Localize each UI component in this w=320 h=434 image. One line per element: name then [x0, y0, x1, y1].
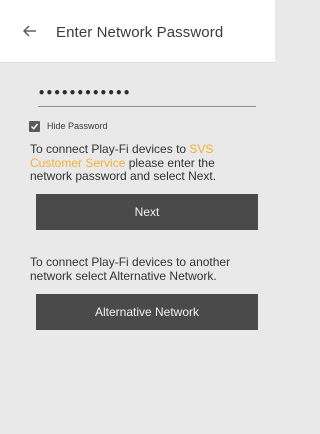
page-title: Enter Network Password [56, 24, 224, 41]
hide-password-checkbox[interactable] [29, 120, 40, 132]
alternative-network-button[interactable]: Alternative Network [36, 294, 258, 330]
header-bar: Enter Network Password [0, 0, 275, 63]
checkmark-icon [31, 123, 39, 130]
network-instructions: To connect Play-Fi devices to SVS Custom… [30, 142, 255, 184]
back-arrow-icon[interactable] [20, 21, 40, 41]
password-input[interactable] [38, 82, 256, 107]
next-button[interactable]: Next [36, 194, 258, 230]
alternative-instructions: To connect Play-Fi devices to another ne… [30, 255, 231, 283]
hide-password-label: Hide Password [47, 121, 108, 131]
hide-password-row[interactable]: Hide Password [29, 119, 108, 133]
instructions-prefix: To connect Play-Fi devices to [30, 142, 190, 156]
network-password-screen: Enter Network Password Hide Password To … [0, 0, 275, 434]
